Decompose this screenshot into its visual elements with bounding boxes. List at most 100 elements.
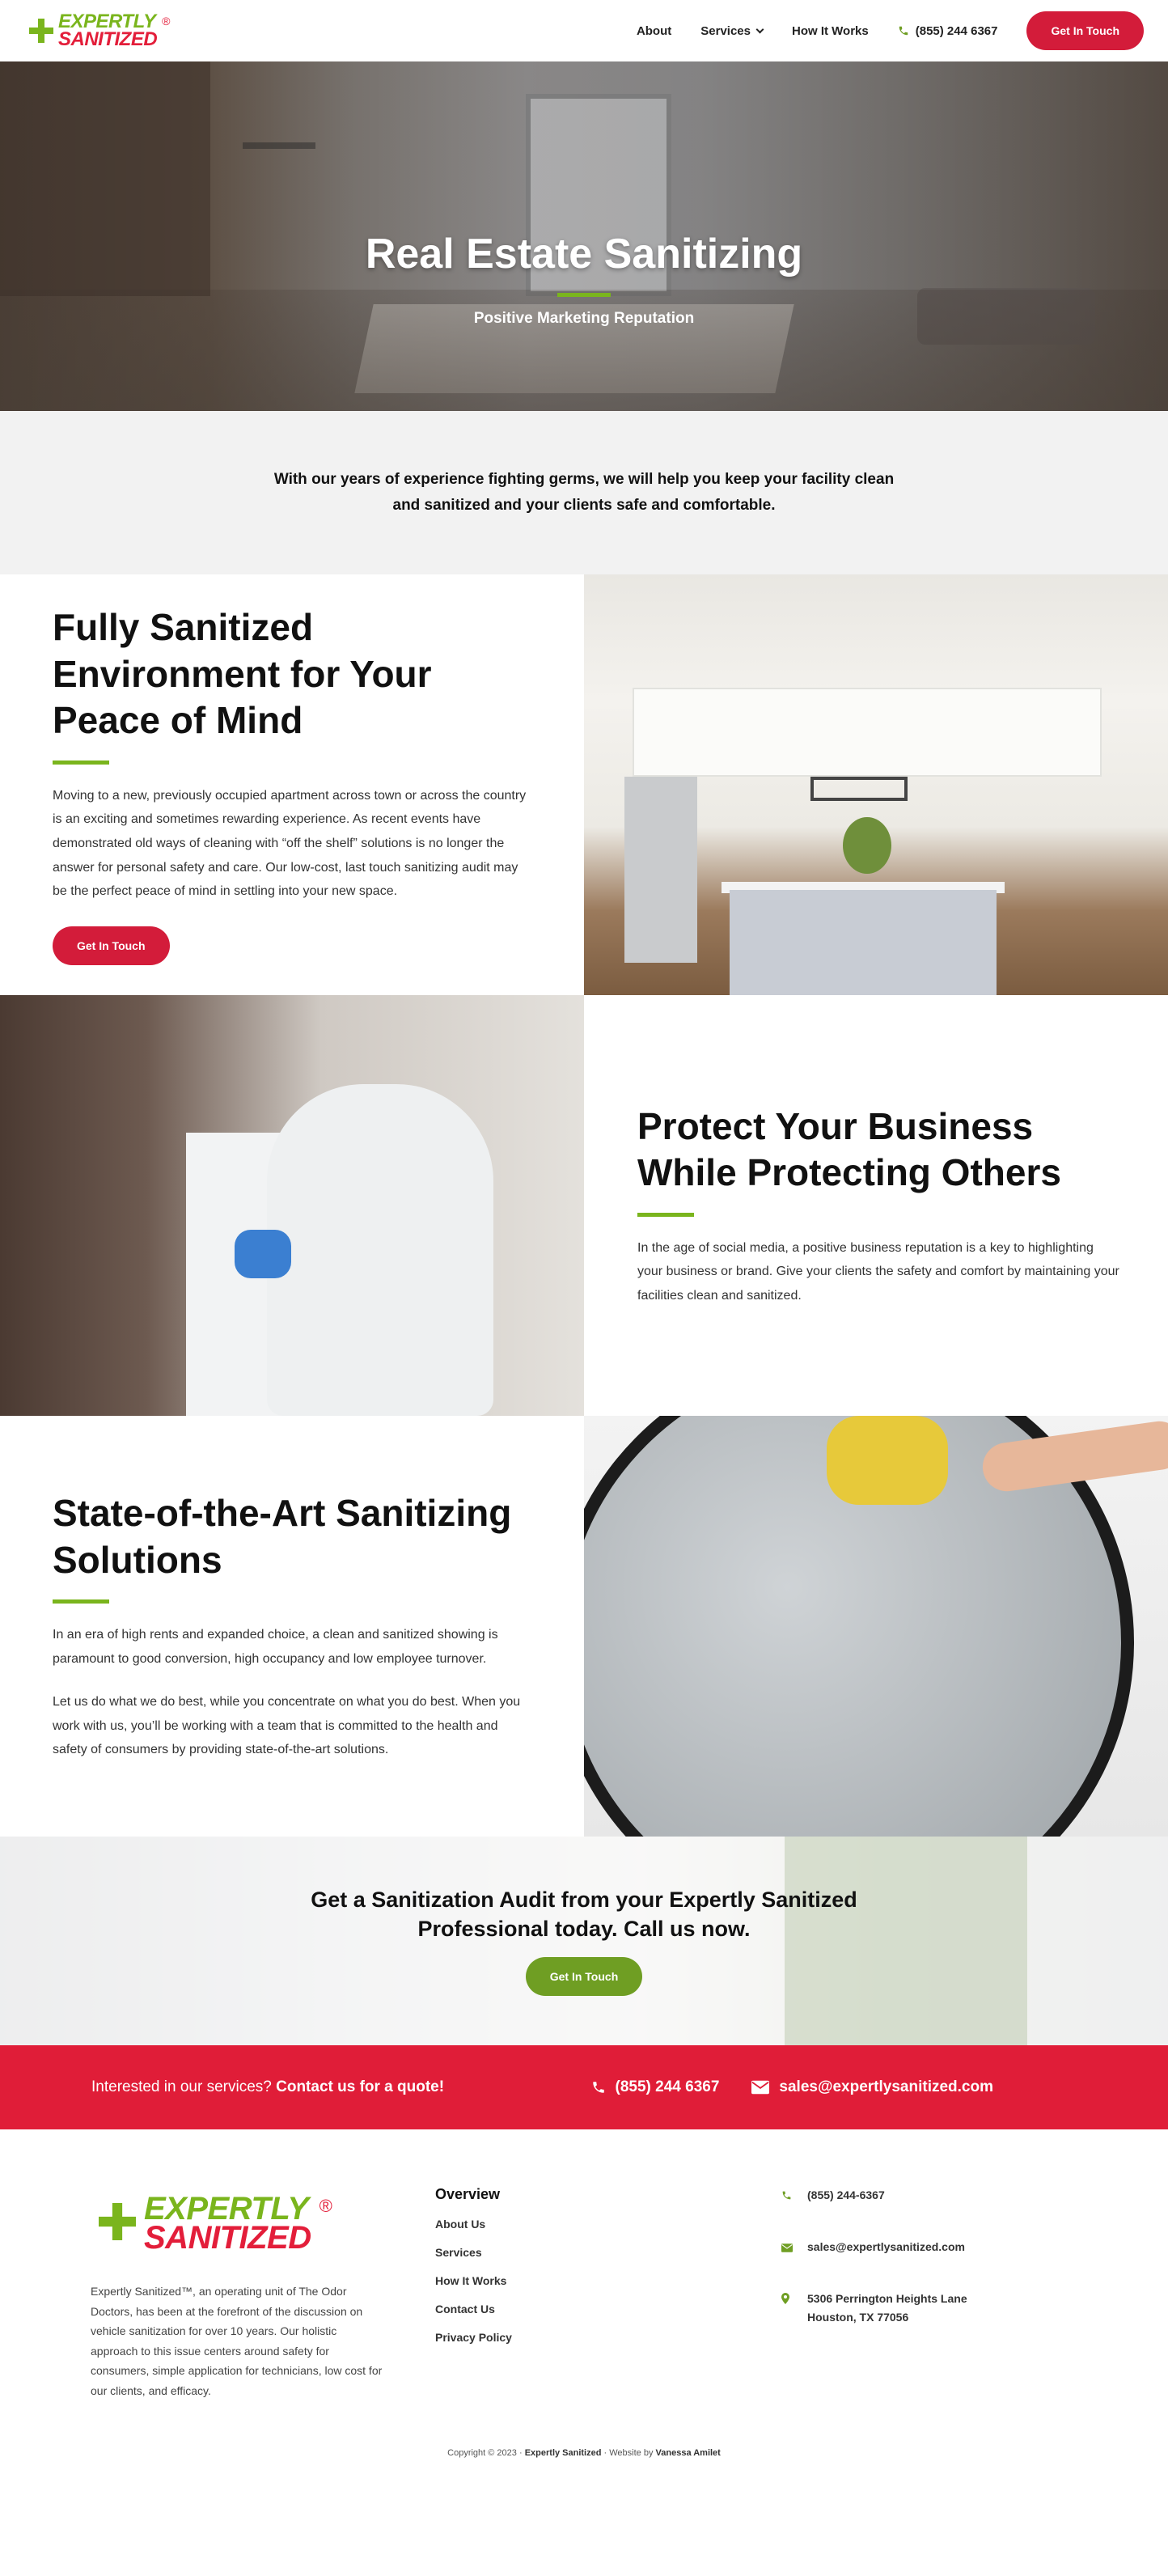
- footer-address: 5306 Perrington Heights Lane Houston, TX…: [781, 2290, 1024, 2328]
- contact-band-phone-number: (855) 244 6367: [615, 2078, 720, 2095]
- contact-band-links: (855) 244 6367 sales@expertlysanitized.c…: [591, 2078, 993, 2096]
- header-get-in-touch-button[interactable]: Get In Touch: [1026, 11, 1144, 50]
- footer-columns: EXPERTLY SANITIZED ® Expertly Sanitized™…: [0, 2129, 1168, 2448]
- section-3-body: In an era of high rents and expanded cho…: [53, 1628, 498, 1666]
- contact-band-prefix: Interested in our services?: [91, 2078, 272, 2095]
- envelope-icon: [751, 2080, 770, 2095]
- registered-mark: ®: [162, 15, 171, 28]
- section-2-title: Protect Your Business While Protecting O…: [637, 1104, 1061, 1194]
- hero-accent-bar: [557, 293, 611, 297]
- section-2-text: Protect Your Business While Protecting O…: [584, 995, 1168, 1416]
- kitchen-island: [730, 890, 997, 995]
- cta-title: Get a Sanitization Audit from your Exper…: [311, 1888, 857, 1942]
- nav-about[interactable]: About: [637, 24, 671, 38]
- nav-services[interactable]: Services: [700, 23, 764, 38]
- contact-band-message: Interested in our services? Contact us f…: [91, 2078, 444, 2096]
- nav-how-it-works[interactable]: How It Works: [792, 24, 869, 38]
- hazmat-cleaning-photo: [0, 995, 584, 1416]
- section-3-text: State-of-the-Art Sanitizing Solutions In…: [0, 1416, 584, 1837]
- copyright-brand-link[interactable]: Expertly Sanitized: [525, 2448, 602, 2458]
- map-pin-icon: [781, 2291, 793, 2311]
- footer-logo[interactable]: EXPERTLY SANITIZED ®: [99, 2191, 435, 2256]
- logo-wordmark: EXPERTLY SANITIZED: [58, 12, 158, 50]
- kitchen-plant: [843, 817, 891, 874]
- section-1-title: Fully Sanitized Environment for Your Pea…: [53, 606, 432, 742]
- footer-description: Expertly Sanitized™, an operating unit o…: [91, 2285, 383, 2397]
- kitchen-fridge: [624, 777, 697, 963]
- footer-contact-column: (855) 244-6367 sales@expertlysanitized.c…: [781, 2186, 1024, 2448]
- hero-title: Real Estate Sanitizing: [365, 231, 803, 278]
- section-1-accent-bar: [53, 760, 109, 765]
- logo-line-2: SANITIZED: [58, 28, 158, 50]
- footer-link-about-us[interactable]: About Us: [435, 2218, 781, 2231]
- nav-phone-link[interactable]: (855) 244 6367: [898, 23, 998, 38]
- intro-text: With our years of experience fighting ge…: [273, 470, 895, 514]
- footer-address-line-2: Houston, TX 77056: [807, 2311, 909, 2324]
- site-footer: EXPERTLY SANITIZED ® Expertly Sanitized™…: [0, 2129, 1168, 2477]
- section-2-body: In the age of social media, a positive b…: [637, 1240, 1119, 1303]
- site-logo[interactable]: EXPERTLY SANITIZED ®: [29, 12, 171, 50]
- section-1-text: Fully Sanitized Environment for Your Pea…: [0, 574, 584, 995]
- footer-address-text: 5306 Perrington Heights Lane Houston, TX…: [807, 2290, 967, 2328]
- section-1-get-in-touch-button[interactable]: Get In Touch: [53, 926, 170, 965]
- hazmat-glove-cloth: [235, 1230, 291, 1278]
- hazmat-suit: [267, 1084, 493, 1416]
- contact-band-phone[interactable]: (855) 244 6367: [591, 2078, 720, 2096]
- cross-logo-icon: [29, 19, 53, 43]
- contact-band: Interested in our services? Contact us f…: [0, 2045, 1168, 2129]
- site-header: EXPERTLY SANITIZED ® About Services How …: [0, 0, 1168, 61]
- kitchen-photo: [584, 574, 1168, 995]
- footer-link-privacy-policy[interactable]: Privacy Policy: [435, 2331, 781, 2344]
- hero-bg-shelf: [243, 142, 315, 149]
- footer-link-how-it-works[interactable]: How It Works: [435, 2274, 781, 2287]
- footer-registered-mark: ®: [319, 2196, 332, 2216]
- section-protect-business: Protect Your Business While Protecting O…: [0, 995, 1168, 1416]
- section-3-title: State-of-the-Art Sanitizing Solutions: [53, 1492, 512, 1581]
- section-3-accent-bar: [53, 1599, 109, 1604]
- footer-link-contact-us[interactable]: Contact Us: [435, 2303, 781, 2315]
- hero-content: Real Estate Sanitizing Positive Marketin…: [0, 230, 1168, 328]
- footer-logo-line-1: EXPERTLY: [144, 2191, 309, 2226]
- phone-icon: [899, 26, 908, 36]
- footer-overview-column: Overview About Us Services How It Works …: [435, 2186, 781, 2448]
- kitchen-pendant-lamp: [810, 777, 908, 801]
- footer-logo-line-2: SANITIZED: [144, 2220, 311, 2256]
- kitchen-cabinets: [633, 688, 1102, 777]
- cta-content: Get a Sanitization Audit from your Exper…: [0, 1837, 1168, 1996]
- contact-band-email-address: sales@expertlysanitized.com: [779, 2078, 993, 2095]
- footer-email-address: sales@expertlysanitized.com: [807, 2239, 965, 2253]
- footer-link-services[interactable]: Services: [435, 2246, 781, 2259]
- copyright: Copyright © 2023 · Expertly Sanitized · …: [0, 2448, 1168, 2477]
- section-peace-of-mind: Fully Sanitized Environment for Your Pea…: [0, 574, 1168, 995]
- chevron-down-icon: [755, 25, 764, 33]
- hero-subtitle: Positive Marketing Reputation: [473, 310, 695, 327]
- section-state-of-the-art: State-of-the-Art Sanitizing Solutions In…: [0, 1416, 1168, 1837]
- contact-band-email[interactable]: sales@expertlysanitized.com: [751, 2078, 993, 2096]
- section-3-body-2: Let us do what we do best, while you con…: [53, 1695, 521, 1757]
- main-nav: About Services How It Works (855) 244 63…: [637, 11, 1144, 50]
- footer-overview-title: Overview: [435, 2186, 501, 2202]
- footer-links: About Us Services How It Works Contact U…: [435, 2218, 781, 2344]
- footer-logo-wordmark: EXPERTLY SANITIZED: [144, 2191, 311, 2256]
- hero-banner: Real Estate Sanitizing Positive Marketin…: [0, 61, 1168, 411]
- footer-phone[interactable]: (855) 244-6367: [781, 2186, 1024, 2207]
- intro-band: With our years of experience fighting ge…: [0, 411, 1168, 574]
- footer-about-column: EXPERTLY SANITIZED ® Expertly Sanitized™…: [91, 2186, 435, 2448]
- footer-phone-number: (855) 244-6367: [807, 2188, 885, 2201]
- section-2-accent-bar: [637, 1212, 694, 1217]
- copyright-author-link[interactable]: Vanessa Amilet: [656, 2448, 721, 2458]
- phone-icon: [781, 2188, 793, 2207]
- phone-icon: [592, 2082, 604, 2093]
- section-1-body: Moving to a new, previously occupied apa…: [53, 788, 527, 899]
- cross-logo-icon: [99, 2202, 136, 2244]
- nav-phone-number: (855) 244 6367: [915, 23, 998, 38]
- nav-services-label: Services: [700, 23, 751, 38]
- footer-address-line-1: 5306 Perrington Heights Lane: [807, 2291, 967, 2305]
- cta-banner: Get a Sanitization Audit from your Exper…: [0, 1837, 1168, 2045]
- contact-quote-link[interactable]: Contact us for a quote!: [276, 2078, 444, 2095]
- copyright-prefix: Copyright © 2023 ·: [447, 2448, 523, 2458]
- footer-email[interactable]: sales@expertlysanitized.com: [781, 2238, 1024, 2259]
- cta-get-in-touch-button[interactable]: Get In Touch: [525, 1956, 643, 1996]
- copyright-mid: · Website by: [603, 2448, 654, 2458]
- envelope-icon: [781, 2239, 793, 2259]
